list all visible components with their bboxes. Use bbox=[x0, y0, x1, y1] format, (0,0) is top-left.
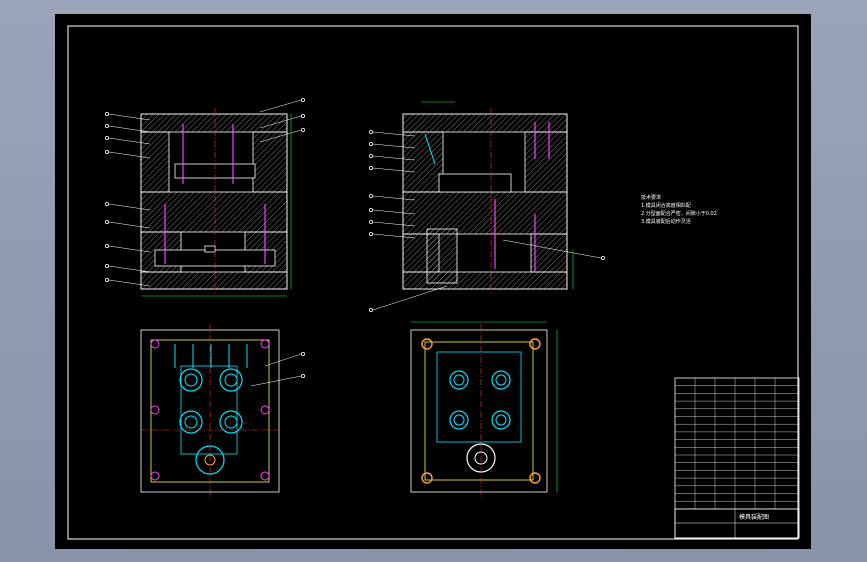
return-pin bbox=[421, 338, 433, 350]
cavity-plate-right bbox=[436, 351, 522, 443]
leader-line bbox=[264, 353, 302, 367]
guide-pin-hole bbox=[260, 339, 270, 349]
cavity-circle-right bbox=[449, 410, 469, 430]
notes-line-3: 3.模具装配后动作灵活 bbox=[641, 219, 691, 225]
balloon bbox=[105, 277, 110, 282]
balloon bbox=[105, 243, 110, 248]
cavity-circle-right bbox=[491, 410, 511, 430]
balloon bbox=[300, 373, 305, 378]
balloon bbox=[300, 114, 305, 119]
balloon bbox=[368, 193, 373, 198]
balloon bbox=[105, 263, 110, 268]
balloon bbox=[368, 141, 373, 146]
balloon bbox=[105, 219, 110, 224]
bottom-clamp-plate bbox=[140, 271, 288, 290]
cavity-core-right bbox=[453, 374, 465, 386]
title-block: 模具装配图 bbox=[674, 377, 800, 539]
title-frame bbox=[674, 508, 800, 539]
balloon bbox=[368, 307, 373, 312]
guide-pin-hole bbox=[150, 405, 160, 415]
notes-line-1: 1.模具闭合高度相匹配 bbox=[641, 203, 691, 209]
plate-outline-right bbox=[410, 329, 548, 493]
balloon bbox=[105, 124, 110, 129]
cavity-core-right bbox=[495, 414, 507, 426]
wall-left-b bbox=[402, 131, 444, 193]
balloon bbox=[368, 219, 373, 224]
spacer-right-b bbox=[530, 233, 568, 273]
balloon bbox=[105, 136, 110, 141]
plan-view-right bbox=[410, 321, 558, 498]
notes-title: 技术要求 bbox=[641, 195, 662, 201]
balloon bbox=[601, 255, 606, 260]
leader-line bbox=[250, 375, 302, 387]
balloon bbox=[368, 207, 373, 212]
guide-pin-hole bbox=[150, 339, 160, 349]
guide-pin-hole bbox=[260, 471, 270, 481]
wall-right-b bbox=[524, 131, 568, 193]
balloon bbox=[300, 128, 305, 133]
cavity-circle bbox=[179, 368, 203, 392]
leader-line bbox=[372, 285, 448, 311]
guide-pin-hole bbox=[260, 405, 270, 415]
section-view-a bbox=[105, 98, 305, 297]
cavity-core-right bbox=[495, 374, 507, 386]
bom-table bbox=[674, 377, 800, 539]
balloon bbox=[300, 98, 305, 103]
side-wall-left bbox=[140, 131, 170, 193]
side-wall-right bbox=[252, 131, 288, 193]
balloon bbox=[368, 130, 373, 135]
technical-notes: 技术要求 1.模具闭合高度相匹配 2.分型面配合严密，间隙小于0.02 3.模具… bbox=[641, 194, 717, 226]
cavity-circle-right bbox=[491, 370, 511, 390]
cavity-core bbox=[224, 373, 238, 387]
plan-view-left bbox=[140, 324, 305, 498]
balloon bbox=[105, 112, 110, 117]
balloon bbox=[105, 201, 110, 206]
guide-pin-hole bbox=[150, 471, 160, 481]
balloon bbox=[300, 351, 305, 356]
cavity-core bbox=[224, 415, 238, 429]
cavity-circle bbox=[219, 368, 243, 392]
plate-inner-right bbox=[424, 341, 534, 481]
balloon bbox=[368, 165, 373, 170]
return-pin bbox=[421, 472, 433, 484]
drawing-viewport[interactable]: 模具装配图 技术要求 1.模具闭合高度相匹配 2.分型面配合严密，间隙小于0.0… bbox=[55, 14, 811, 549]
top-plate-b bbox=[402, 113, 568, 133]
leader-line bbox=[259, 99, 302, 113]
title-block-name: 模具装配图 bbox=[739, 513, 769, 521]
cavity-core bbox=[184, 373, 198, 387]
stop-pin bbox=[204, 245, 216, 253]
cavity-core bbox=[184, 415, 198, 429]
return-pin bbox=[529, 338, 541, 350]
return-pin bbox=[529, 472, 541, 484]
top-clamp-plate bbox=[140, 113, 288, 133]
sprue-bushing-b bbox=[426, 228, 458, 284]
cavity-region bbox=[180, 365, 238, 455]
balloon bbox=[105, 149, 110, 154]
core-b bbox=[438, 173, 512, 193]
cavity-plate-b bbox=[402, 191, 568, 235]
cavity-core-right bbox=[453, 414, 465, 426]
balloon bbox=[368, 153, 373, 158]
balloon bbox=[368, 231, 373, 236]
section-view-b bbox=[368, 101, 606, 312]
notes-line-2: 2.分型面配合严密，间隙小于0.02 bbox=[641, 211, 717, 217]
cad-drawing: 模具装配图 bbox=[67, 25, 800, 540]
cavity-circle-right bbox=[449, 370, 469, 390]
